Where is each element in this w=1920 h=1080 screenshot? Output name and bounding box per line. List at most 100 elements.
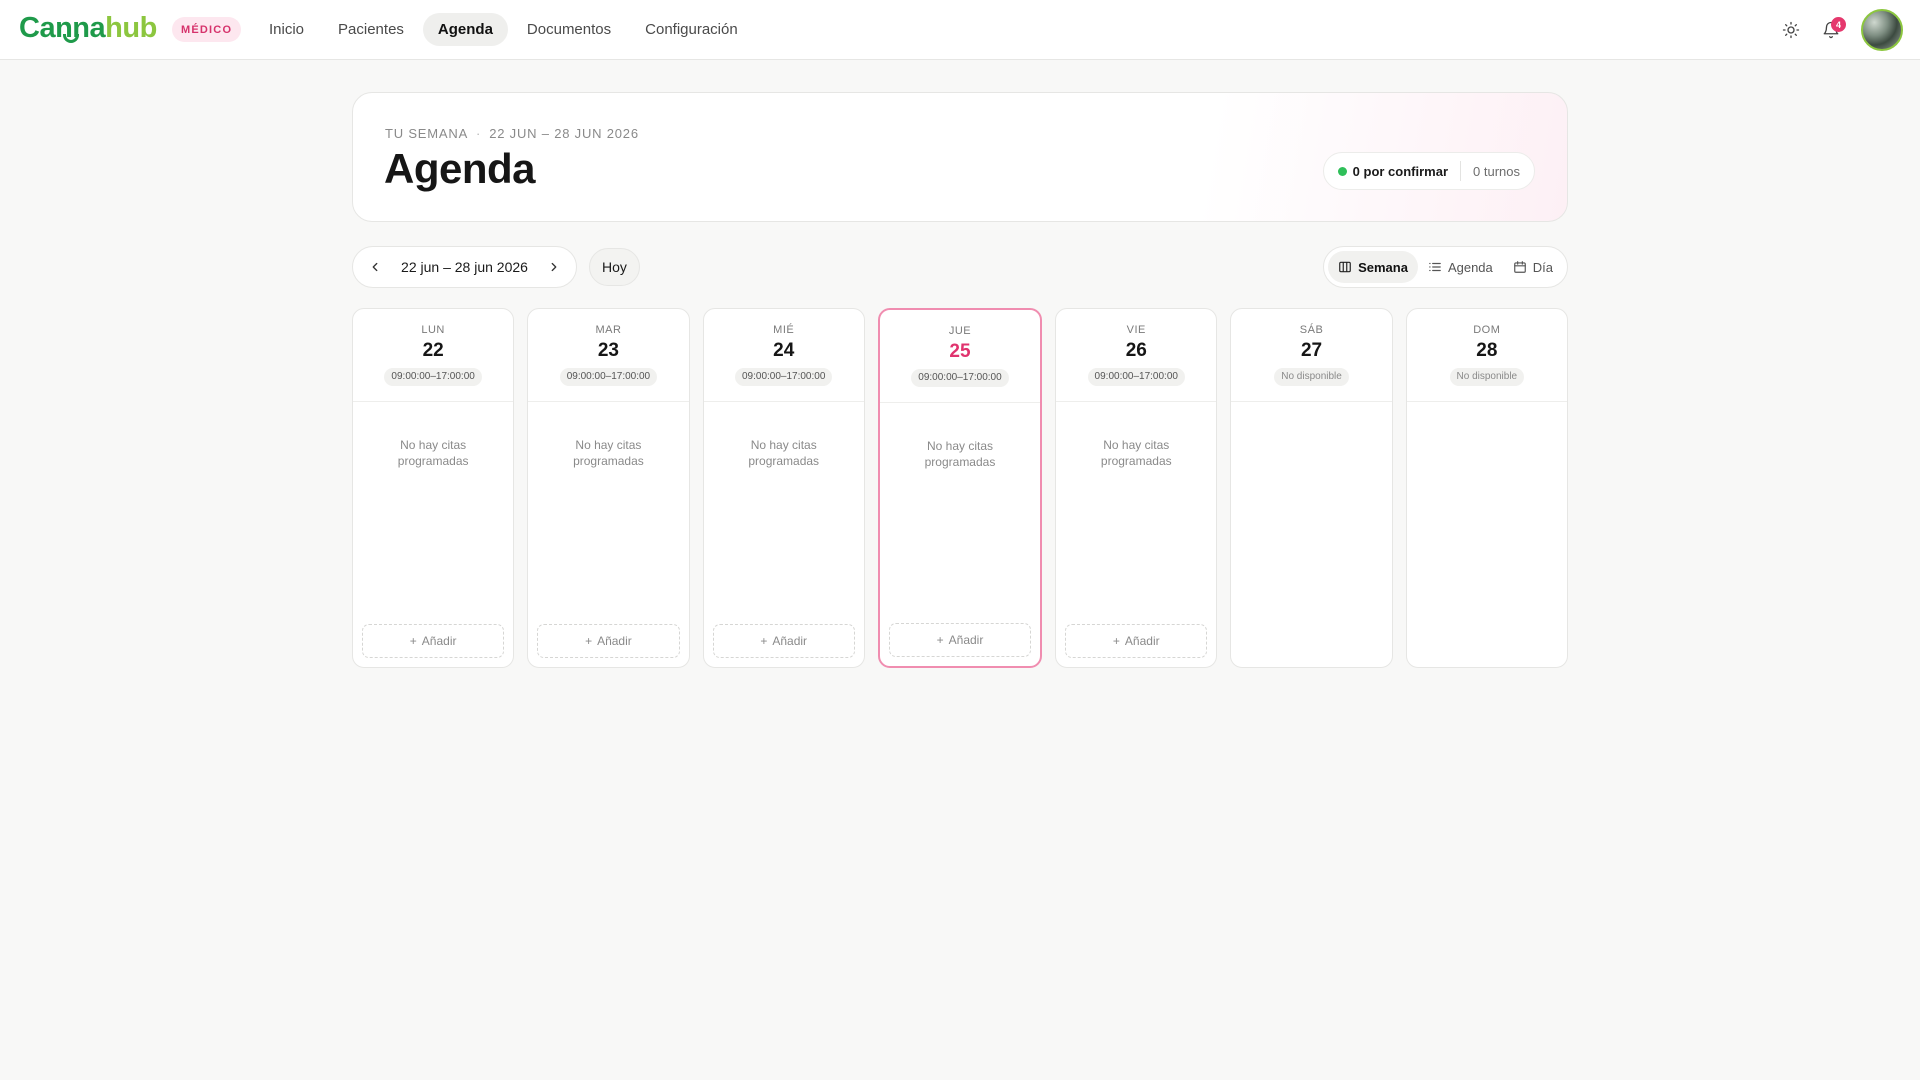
- notifications-button[interactable]: 4: [1811, 10, 1851, 50]
- plus-icon: +: [760, 634, 768, 648]
- date-navigator: 22 jun – 28 jun 2026: [352, 246, 577, 288]
- week-grid: LUN 22 09:00:00–17:00:00 No hay citas pr…: [352, 308, 1568, 668]
- working-hours-badge: 09:00:00–17:00:00: [911, 369, 1009, 387]
- unavailable-badge: No disponible: [1449, 368, 1525, 386]
- nav-item-documentos[interactable]: Documentos: [512, 13, 626, 46]
- day-of-week: JUE: [948, 325, 972, 337]
- stats-divider: [1460, 161, 1462, 181]
- day-number: 24: [773, 340, 795, 361]
- day-column-dom: DOM 28 No disponible: [1405, 308, 1568, 668]
- week-header-card: TU SEMANA · 22 JUN – 28 JUN 2026 Agenda …: [352, 92, 1568, 222]
- brand-logo[interactable]: Cannahub: [19, 8, 157, 48]
- view-tab-semana[interactable]: Semana: [1328, 251, 1418, 283]
- day-column-vie: VIE 26 09:00:00–17:00:00 No hay citas pr…: [1055, 308, 1218, 668]
- day-of-week: MIÉ: [773, 324, 795, 336]
- eyebrow-label: TU SEMANA: [385, 126, 469, 141]
- working-hours-badge: 09:00:00–17:00:00: [1087, 368, 1185, 386]
- main-nav: Inicio Pacientes Agenda Documentos Confi…: [254, 13, 753, 46]
- nav-item-configuracion[interactable]: Configuración: [630, 13, 753, 46]
- add-label: Añadir: [948, 633, 984, 647]
- day-column-mie: MIÉ 24 09:00:00–17:00:00 No hay citas pr…: [702, 308, 865, 668]
- nav-item-agenda[interactable]: Agenda: [422, 13, 508, 46]
- day-header: MAR 23 09:00:00–17:00:00: [528, 309, 689, 402]
- sun-icon: [1782, 21, 1800, 39]
- plus-icon: +: [409, 634, 417, 648]
- unavailable-badge: No disponible: [1274, 368, 1349, 386]
- next-week-button[interactable]: [542, 255, 566, 279]
- plus-icon: +: [585, 634, 593, 648]
- day-of-week: MAR: [595, 324, 622, 336]
- day-number: 28: [1476, 340, 1498, 361]
- day-column-sab: SÁB 27 No disponible: [1230, 308, 1393, 668]
- day-header: LUN 22 09:00:00–17:00:00: [353, 309, 514, 402]
- theme-toggle-button[interactable]: [1771, 10, 1811, 50]
- view-tab-label: Día: [1532, 259, 1553, 275]
- day-of-week: VIE: [1126, 324, 1146, 336]
- day-number: 23: [597, 340, 619, 361]
- list-icon: [1429, 262, 1441, 272]
- day-column-mar: MAR 23 09:00:00–17:00:00 No hay citas pr…: [527, 308, 690, 668]
- day-number: 22: [422, 340, 444, 361]
- status-dot: [1337, 166, 1347, 176]
- date-range-label: 22 jun – 28 jun 2026: [401, 259, 528, 275]
- working-hours-badge: 09:00:00–17:00:00: [734, 368, 833, 386]
- brand-name-part1: Canna: [19, 12, 106, 44]
- add-label: Añadir: [1124, 634, 1160, 648]
- turns-count: 0 turnos: [1473, 163, 1520, 179]
- view-tab-dia[interactable]: Día: [1503, 251, 1563, 283]
- add-label: Añadir: [421, 634, 457, 648]
- day-of-week: LUN: [421, 324, 445, 336]
- view-tab-label: Agenda: [1447, 259, 1493, 275]
- pending-count: 0 por confirmar: [1352, 163, 1449, 179]
- view-switcher: Semana Agenda Día: [1323, 246, 1568, 288]
- working-hours-badge: 09:00:00–17:00:00: [384, 368, 482, 386]
- add-appointment-button[interactable]: + Añadir: [362, 624, 505, 658]
- day-header: SÁB 27 No disponible: [1231, 309, 1392, 402]
- day-number: 25: [949, 341, 971, 362]
- eyebrow-range: 22 JUN – 28 JUN 2026: [489, 126, 639, 141]
- week-stats: 0 por confirmar 0 turnos: [1322, 152, 1535, 190]
- columns-icon: [1339, 261, 1351, 273]
- add-appointment-button[interactable]: + Añadir: [712, 624, 855, 658]
- day-of-week: SÁB: [1299, 324, 1324, 336]
- user-avatar[interactable]: [1861, 9, 1903, 51]
- view-tab-label: Semana: [1358, 259, 1408, 275]
- brand-name-part2: hub: [105, 12, 157, 44]
- plus-icon: +: [1112, 634, 1120, 648]
- empty-state-message: No hay citas programadas: [924, 439, 996, 469]
- day-header: MIÉ 24 09:00:00–17:00:00: [703, 309, 864, 402]
- day-header: VIE 26 09:00:00–17:00:00: [1056, 309, 1217, 402]
- add-label: Añadir: [597, 634, 632, 648]
- add-appointment-button[interactable]: + Añadir: [537, 624, 680, 658]
- day-header: DOM 28 No disponible: [1406, 309, 1567, 402]
- previous-week-button[interactable]: [363, 255, 387, 279]
- day-of-week: DOM: [1473, 324, 1501, 336]
- top-right-actions: 4: [1771, 9, 1903, 51]
- working-hours-badge: 09:00:00–17:00:00: [559, 368, 658, 386]
- empty-state-message: No hay citas programadas: [397, 438, 469, 468]
- week-eyebrow: TU SEMANA · 22 JUN – 28 JUN 2026: [385, 126, 639, 141]
- empty-state-message: No hay citas programadas: [1100, 438, 1172, 468]
- nav-item-pacientes[interactable]: Pacientes: [323, 13, 419, 46]
- page-title: Agenda: [384, 145, 536, 192]
- day-column-lun: LUN 22 09:00:00–17:00:00 No hay citas pr…: [352, 308, 515, 668]
- today-button[interactable]: Hoy: [589, 248, 640, 286]
- top-navbar: Cannahub MÉDICO Inicio Pacientes Agenda …: [0, 0, 1920, 60]
- nav-item-inicio[interactable]: Inicio: [254, 13, 319, 46]
- day-number: 27: [1300, 340, 1323, 361]
- notification-count-badge: 4: [1831, 17, 1846, 32]
- role-badge: MÉDICO: [172, 17, 242, 42]
- day-number: 26: [1125, 340, 1147, 361]
- view-tab-agenda[interactable]: Agenda: [1418, 251, 1503, 283]
- calendar-icon: [1513, 261, 1526, 273]
- plus-icon: +: [936, 633, 944, 647]
- chevron-left-icon: [372, 262, 378, 272]
- add-appointment-button[interactable]: + Añadir: [888, 623, 1032, 657]
- chevron-right-icon: [551, 262, 557, 272]
- add-label: Añadir: [772, 634, 808, 648]
- day-column-jue-today: JUE 25 09:00:00–17:00:00 No hay citas pr…: [877, 308, 1043, 668]
- eyebrow-separator: ·: [476, 126, 482, 141]
- empty-state-message: No hay citas programadas: [573, 438, 644, 468]
- add-appointment-button[interactable]: + Añadir: [1065, 624, 1208, 658]
- empty-state-message: No hay citas programadas: [748, 438, 820, 468]
